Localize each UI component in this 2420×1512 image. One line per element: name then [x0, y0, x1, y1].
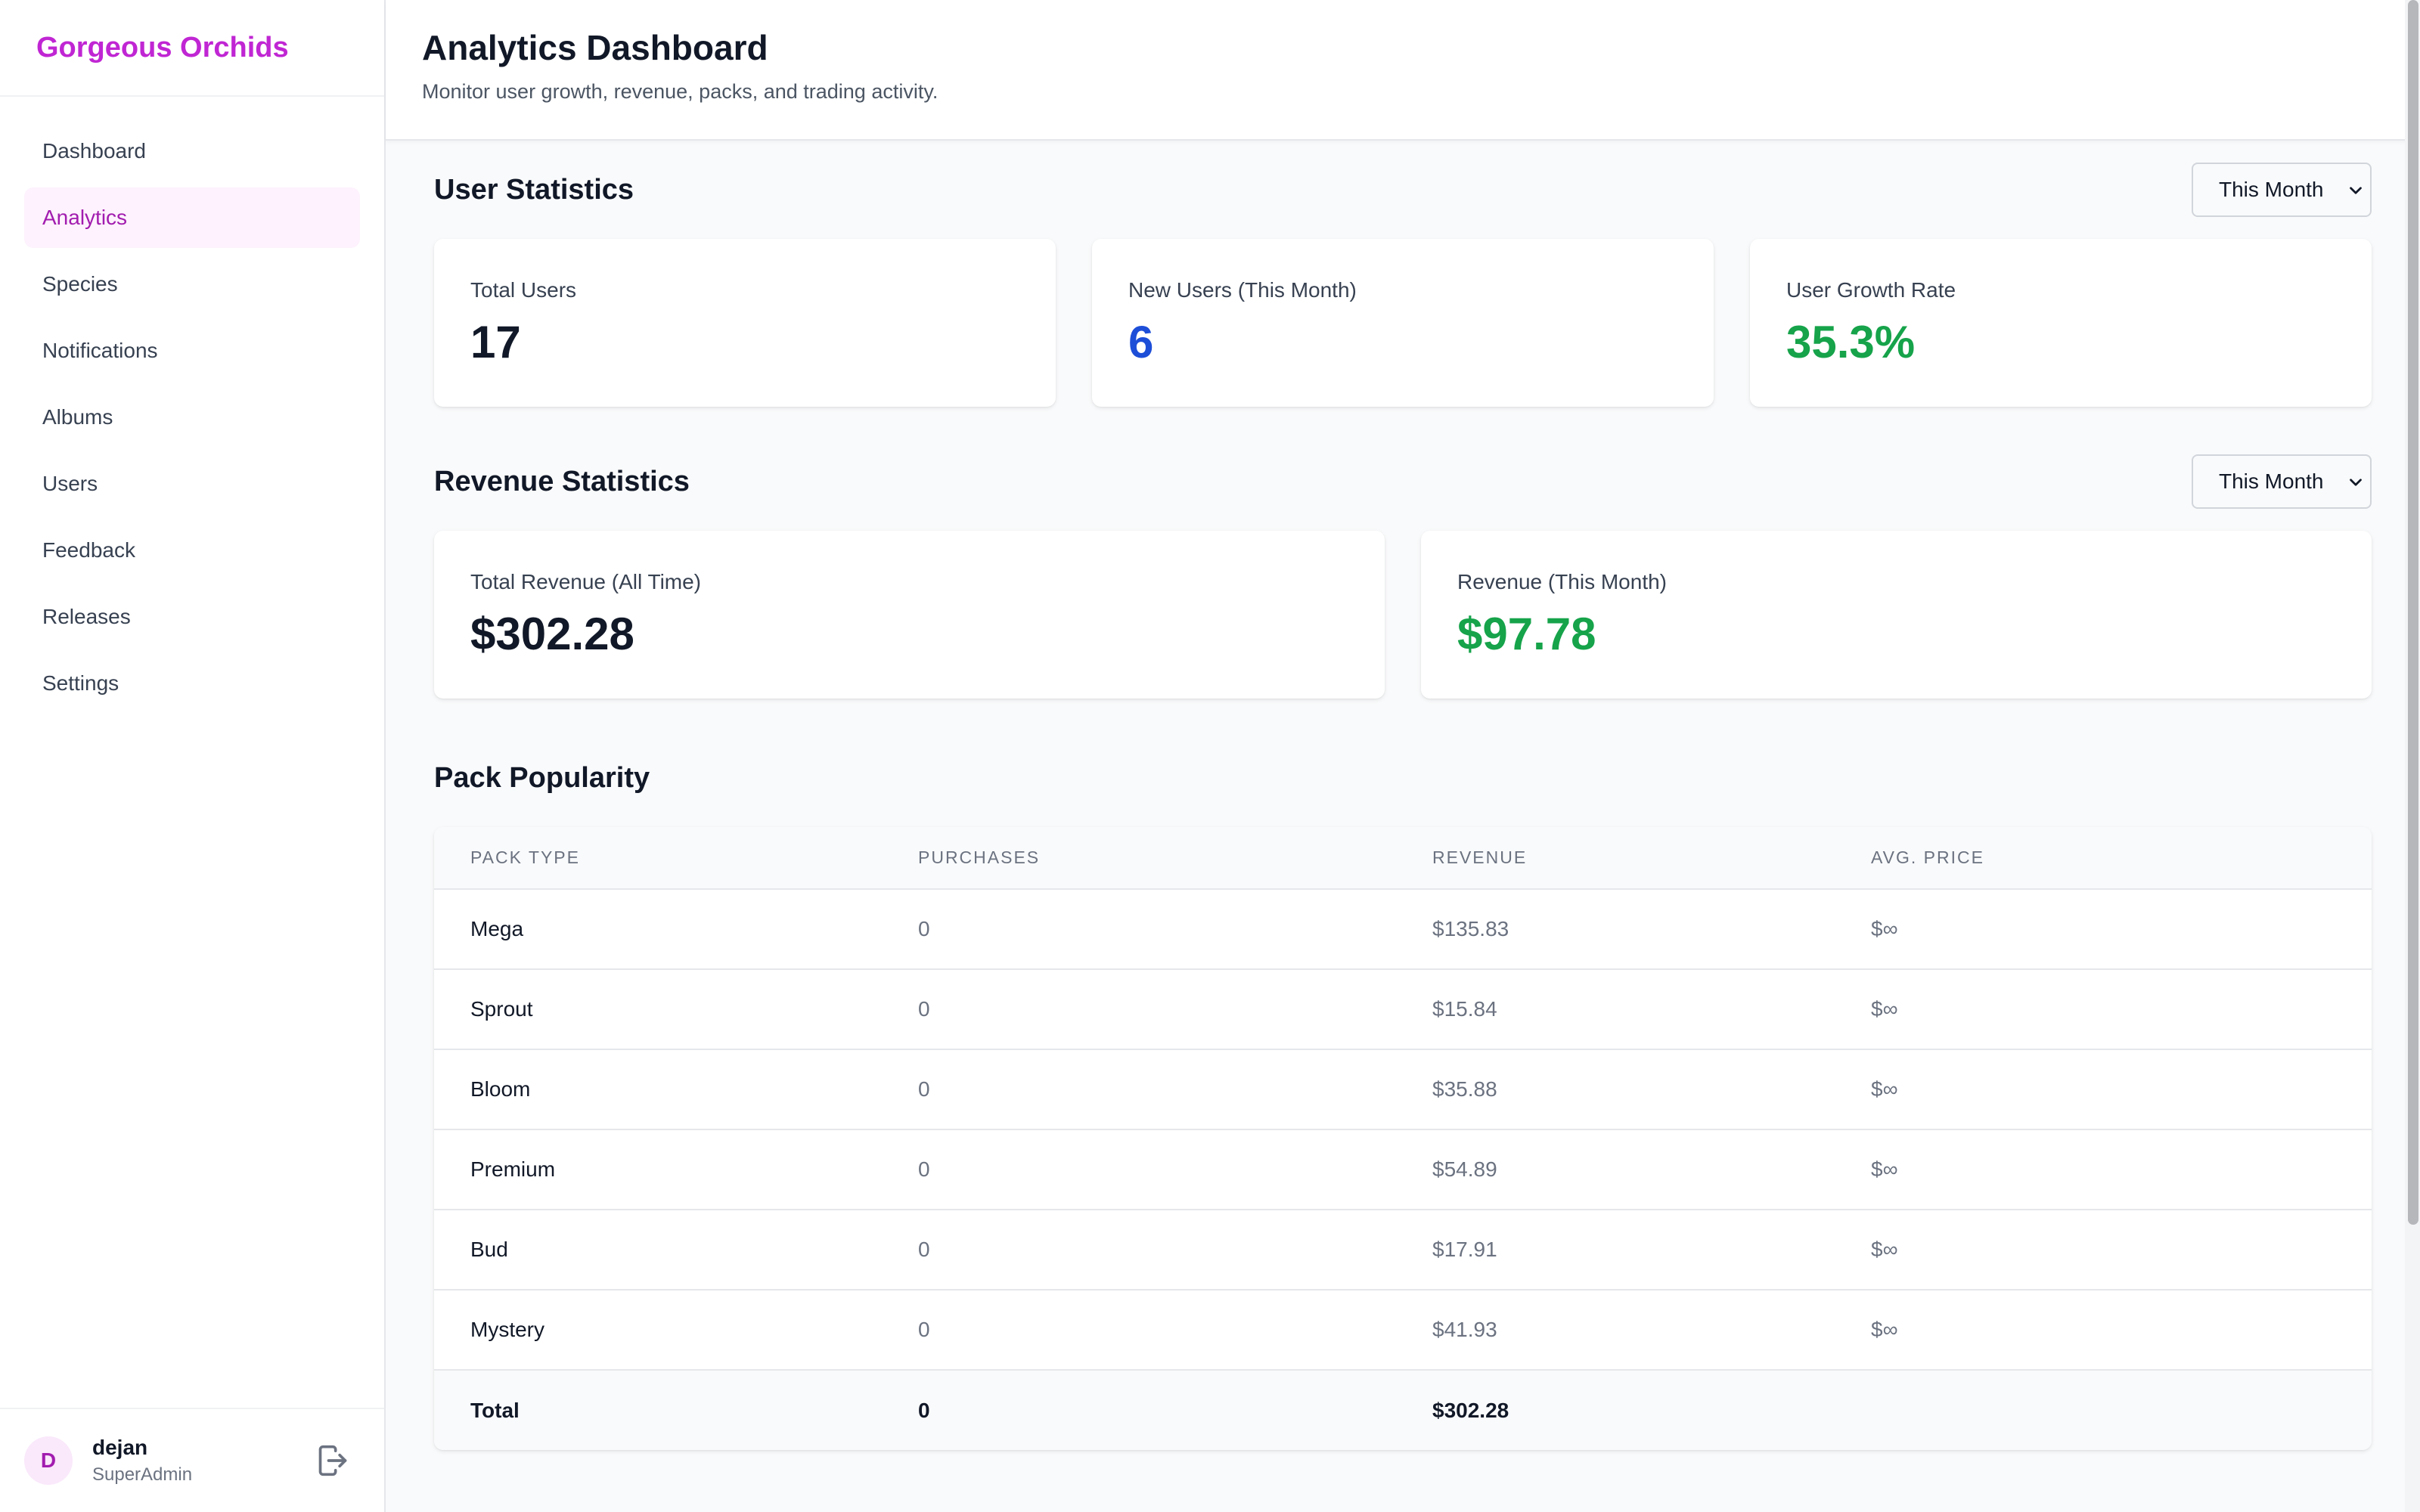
cell-avg-price: $∞ [1871, 969, 2372, 1050]
cell-purchases: 0 [918, 969, 1432, 1050]
revenue-stats-period-value: This Month [2219, 469, 2324, 493]
stat-value: 6 [1128, 317, 1154, 367]
chevron-down-icon [2350, 187, 2362, 194]
stat-value: 35.3% [1786, 317, 1916, 367]
sidebar: Gorgeous Orchids Dashboard Analytics Spe… [0, 0, 386, 1512]
page-header: Analytics Dashboard Monitor user growth,… [386, 0, 2420, 141]
sidebar-item-settings[interactable]: Settings [24, 653, 360, 714]
cell-revenue: $54.89 [1432, 1129, 1871, 1210]
cell-total-label: Total [434, 1370, 918, 1450]
stat-card-total-users: Total Users 17 [434, 239, 1056, 407]
column-header: PACK TYPE [434, 827, 918, 890]
stat-label: Total Users [470, 278, 577, 302]
column-header: AVG. PRICE [1871, 827, 2372, 890]
stat-label: Total Revenue (All Time) [470, 570, 702, 593]
table-header-row: PACK TYPE PURCHASES REVENUE AVG. PRICE [434, 827, 2372, 890]
user-panel: D dejan SuperAdmin [0, 1408, 384, 1512]
pack-popularity-table-wrap: PACK TYPE PURCHASES REVENUE AVG. PRICE M… [434, 827, 2372, 1450]
revenue-stats-cards: Total Revenue (All Time) $302.28 Revenue… [434, 531, 2372, 699]
table-total-row: Total 0 $302.28 [434, 1370, 2372, 1450]
stat-label: Revenue (This Month) [1457, 570, 1668, 593]
cell-avg-price: $∞ [1871, 889, 2372, 970]
sidebar-item-notifications[interactable]: Notifications [24, 321, 360, 381]
cell-total-purchases: 0 [918, 1370, 1432, 1450]
stat-card-new-users: New Users (This Month) 6 [1092, 239, 1714, 407]
sidebar-item-users[interactable]: Users [24, 454, 360, 514]
cell-revenue: $17.91 [1432, 1210, 1871, 1290]
cell-revenue: $135.83 [1432, 889, 1871, 970]
stat-value: 17 [470, 317, 521, 367]
chevron-down-icon [2350, 479, 2362, 486]
user-meta: dejan SuperAdmin [92, 1436, 316, 1486]
table-row: Bud 0 $17.91 $∞ [434, 1210, 2372, 1290]
stat-value: $97.78 [1457, 609, 1596, 659]
sidebar-item-albums[interactable]: Albums [24, 387, 360, 448]
cell-pack: Mystery [434, 1290, 918, 1371]
stat-card-growth-rate: User Growth Rate 35.3% [1750, 239, 2372, 407]
cell-purchases: 0 [918, 1210, 1432, 1290]
user-role: SuperAdmin [92, 1464, 193, 1485]
pack-popularity-table: PACK TYPE PURCHASES REVENUE AVG. PRICE M… [434, 827, 2372, 1450]
avatar: D [24, 1436, 73, 1485]
user-stats-header: User Statistics This Month [434, 141, 2372, 239]
cell-pack: Mega [434, 889, 918, 970]
scrollbar-thumb[interactable] [2408, 0, 2418, 1225]
stat-card-total-revenue: Total Revenue (All Time) $302.28 [434, 531, 1385, 699]
pack-popularity-title: Pack Popularity [434, 761, 650, 794]
cell-pack: Premium [434, 1129, 918, 1210]
stat-label: User Growth Rate [1786, 278, 1956, 302]
cell-revenue: $15.84 [1432, 969, 1871, 1050]
cell-avg-price: $∞ [1871, 1210, 2372, 1290]
user-stats-cards: Total Users 17 New Users (This Month) 6 … [434, 239, 2372, 407]
main-area: Analytics Dashboard Monitor user growth,… [386, 0, 2420, 1512]
revenue-stats-title: Revenue Statistics [434, 465, 690, 497]
user-name: dejan [92, 1436, 148, 1459]
revenue-stats-period-select[interactable]: This Month [2192, 454, 2372, 509]
table-row: Sprout 0 $15.84 $∞ [434, 969, 2372, 1050]
cell-purchases: 0 [918, 889, 1432, 970]
user-stats-period-select[interactable]: This Month [2192, 163, 2372, 217]
column-header: REVENUE [1432, 827, 1871, 890]
user-stats-title: User Statistics [434, 173, 634, 206]
cell-purchases: 0 [918, 1290, 1432, 1371]
stat-card-monthly-revenue: Revenue (This Month) $97.78 [1421, 531, 2372, 699]
column-header: PURCHASES [918, 827, 1432, 890]
cell-avg-price: $∞ [1871, 1129, 2372, 1210]
cell-total-avg-price [1871, 1370, 2372, 1450]
sidebar-item-analytics[interactable]: Analytics [24, 187, 360, 248]
table-row: Mega 0 $135.83 $∞ [434, 889, 2372, 970]
sidebar-item-dashboard[interactable]: Dashboard [24, 121, 360, 181]
content: User Statistics This Month Total Users 1… [386, 141, 2420, 1450]
app-root: Gorgeous Orchids Dashboard Analytics Spe… [0, 0, 2420, 1512]
table-row: Premium 0 $54.89 $∞ [434, 1129, 2372, 1210]
sidebar-nav: Dashboard Analytics Species Notification… [0, 97, 384, 720]
user-stats-period-value: This Month [2219, 178, 2324, 201]
sidebar-item-releases[interactable]: Releases [24, 587, 360, 647]
cell-pack: Bud [434, 1210, 918, 1290]
cell-avg-price: $∞ [1871, 1049, 2372, 1130]
revenue-stats-header: Revenue Statistics This Month [434, 432, 2372, 531]
page-scrollbar[interactable] [2405, 0, 2420, 1512]
cell-revenue: $35.88 [1432, 1049, 1871, 1130]
cell-total-revenue: $302.28 [1432, 1370, 1871, 1450]
cell-purchases: 0 [918, 1049, 1432, 1130]
brand-logo[interactable]: Gorgeous Orchids [0, 0, 384, 97]
table-row: Mystery 0 $41.93 $∞ [434, 1290, 2372, 1371]
page-subtitle: Monitor user growth, revenue, packs, and… [422, 80, 939, 103]
cell-pack: Bloom [434, 1049, 918, 1130]
stat-label: New Users (This Month) [1128, 278, 1357, 302]
table-row: Bloom 0 $35.88 $∞ [434, 1049, 2372, 1130]
sidebar-item-feedback[interactable]: Feedback [24, 520, 360, 581]
sidebar-item-species[interactable]: Species [24, 254, 360, 314]
cell-revenue: $41.93 [1432, 1290, 1871, 1371]
logout-icon[interactable] [316, 1444, 349, 1477]
page-title: Analytics Dashboard [422, 28, 768, 67]
pack-popularity-header: Pack Popularity [434, 742, 2372, 813]
stat-value: $302.28 [470, 609, 634, 659]
cell-purchases: 0 [918, 1129, 1432, 1210]
cell-pack: Sprout [434, 969, 918, 1050]
cell-avg-price: $∞ [1871, 1290, 2372, 1371]
